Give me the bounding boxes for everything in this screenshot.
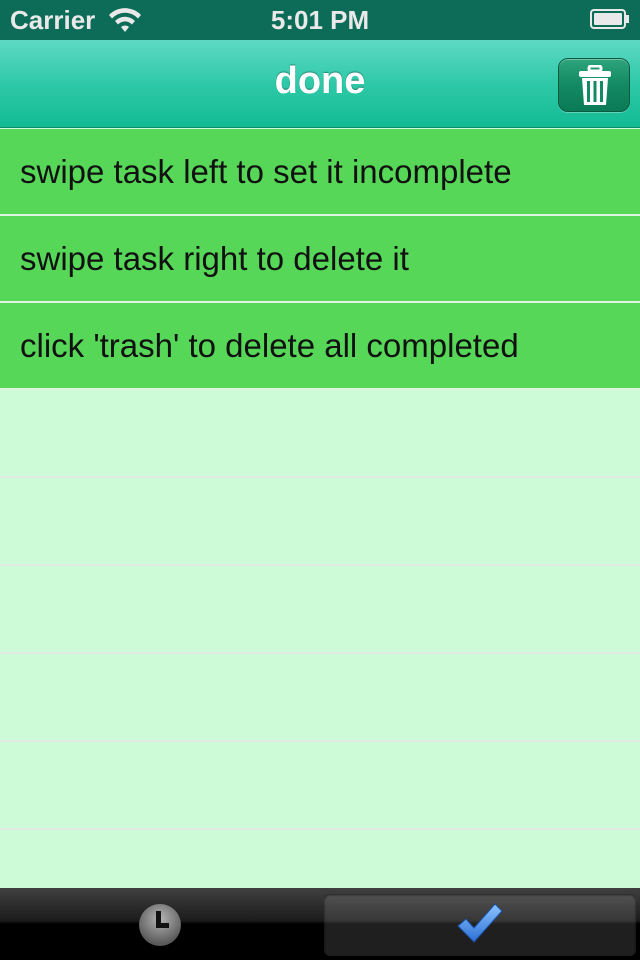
clock-time: 5:01 PM (270, 5, 370, 35)
empty-row (0, 742, 640, 830)
task-row[interactable]: swipe task right to delete it (0, 216, 640, 303)
battery-icon (590, 9, 629, 29)
empty-row (0, 390, 640, 478)
task-label: click 'trash' to delete all completed (20, 327, 519, 364)
tab-bar (0, 888, 640, 960)
empty-row (0, 478, 640, 566)
task-row[interactable]: click 'trash' to delete all completed (0, 303, 640, 390)
trash-icon (579, 65, 611, 105)
page-title: done (274, 60, 366, 102)
task-row[interactable]: swipe task left to set it incomplete (0, 129, 640, 216)
clock-icon (139, 904, 181, 946)
status-bar: Carrier 5:01 PM (0, 0, 640, 40)
empty-row (0, 566, 640, 654)
task-label: swipe task left to set it incomplete (20, 153, 512, 190)
task-label: swipe task right to delete it (20, 240, 409, 277)
tab-pending[interactable] (4, 894, 316, 956)
task-list: swipe task left to set it incomplete swi… (0, 129, 640, 830)
navigation-bar: done (0, 40, 640, 128)
delete-all-button[interactable] (558, 58, 630, 112)
checkmark-icon (457, 903, 503, 943)
empty-row (0, 654, 640, 742)
tab-done[interactable] (324, 894, 636, 956)
